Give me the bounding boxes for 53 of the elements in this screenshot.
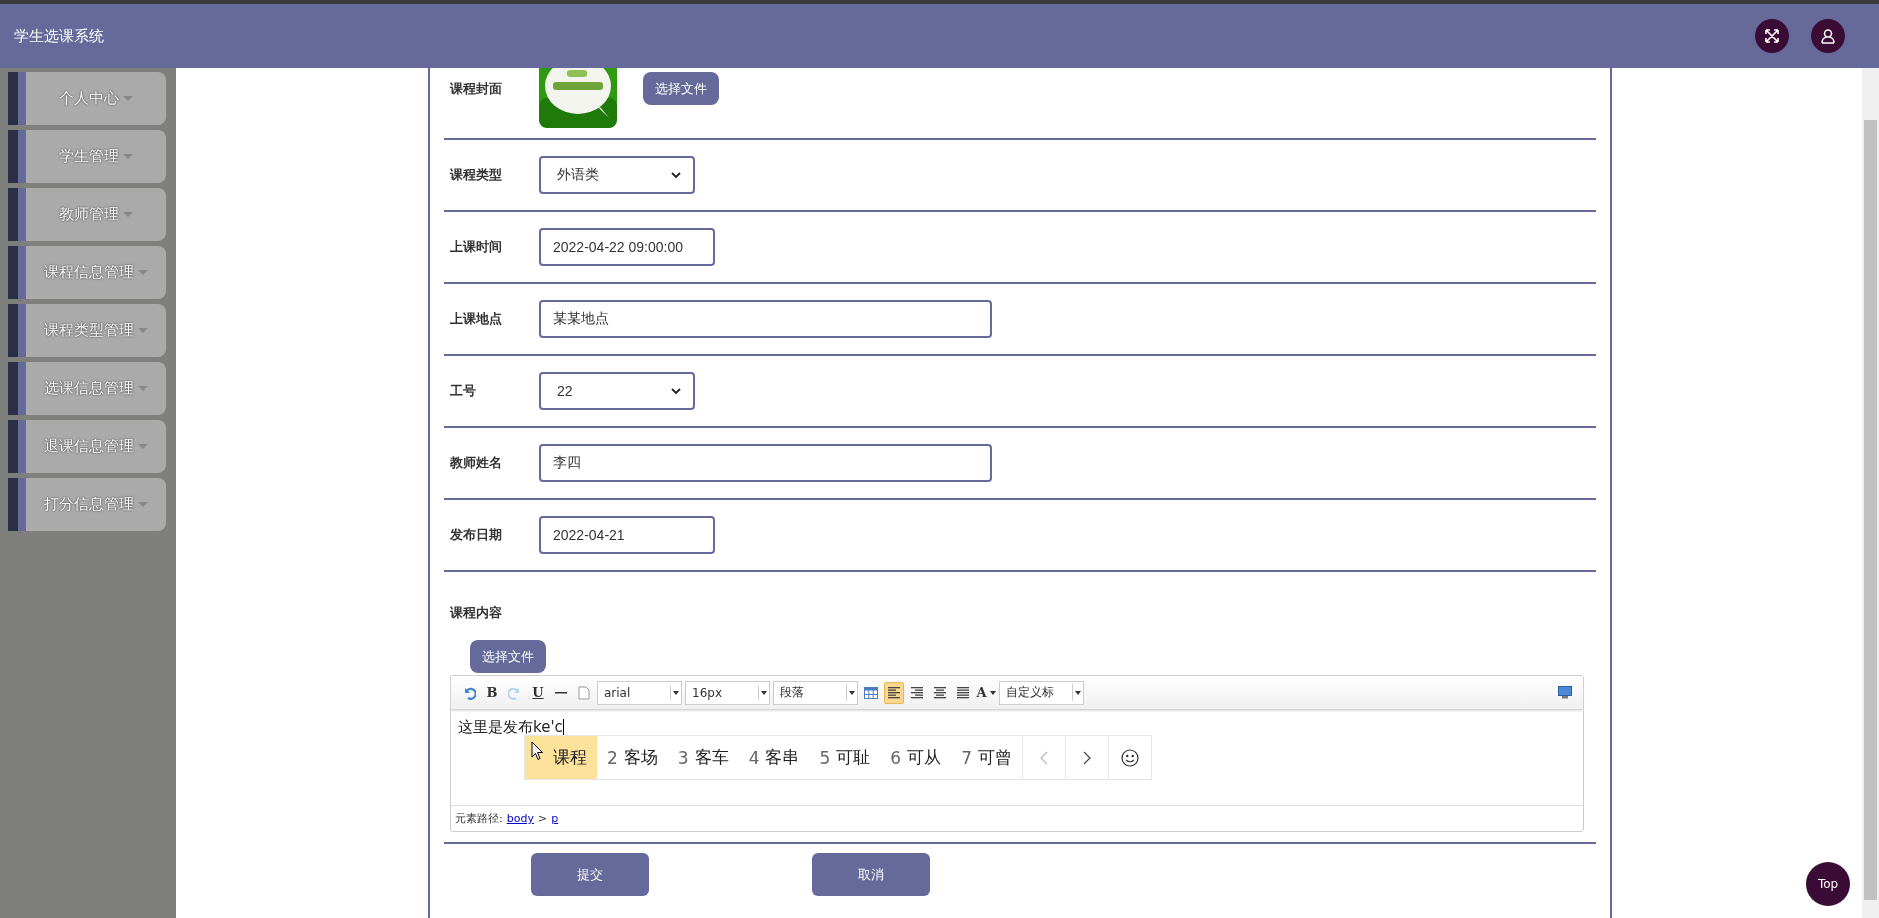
submit-button[interactable]: 提交 <box>531 853 649 896</box>
input-field[interactable]: 某某地点 <box>539 300 992 338</box>
path-separator: > <box>537 812 548 825</box>
ime-candidate[interactable]: 3 客车 <box>667 736 739 779</box>
scrollbar[interactable] <box>1862 68 1879 918</box>
choose-file-button[interactable]: 选择文件 <box>643 72 719 105</box>
field-label: 工号 <box>450 382 477 400</box>
back-to-top-button[interactable]: Top <box>1806 862 1850 906</box>
emoji-icon[interactable] <box>1120 748 1139 767</box>
element-path-label: 元素路径: <box>455 811 503 826</box>
chevron-down-icon <box>671 171 681 179</box>
align-right-icon <box>910 686 924 699</box>
dropdown[interactable]: 自定义标 <box>999 680 1084 705</box>
field-label: 课程内容 <box>450 604 503 622</box>
ime-candidate[interactable]: 5 可耻 <box>809 736 881 779</box>
font-color-button[interactable]: A <box>976 681 996 704</box>
field-label: 课程类型 <box>450 166 503 184</box>
choose-file-button[interactable]: 选择文件 <box>470 640 546 673</box>
ime-candidate[interactable]: 课程 <box>525 736 597 779</box>
field-label: 教师姓名 <box>450 454 503 472</box>
fullscreen-icon[interactable] <box>1755 19 1789 53</box>
app-title: 学生选课系统 <box>14 26 105 46</box>
input-field[interactable]: 李四 <box>539 444 992 482</box>
underline-button[interactable]: U <box>528 681 548 704</box>
path-link[interactable]: p <box>551 812 559 825</box>
input-field[interactable]: 2022-04-22 09:00:00 <box>539 228 715 266</box>
editor-text: 这里是发布 <box>458 718 533 737</box>
dropdown[interactable]: 16px <box>685 680 770 705</box>
cancel-button[interactable]: 取消 <box>812 853 930 896</box>
rich-text-editor[interactable]: B U arial 16px 段落 A 自定义标 这里是发布ke'c 课程 2 客场 3 客车 4 客串 5 可耻 6 可从 7 可曾 元素路径: body > p <box>450 675 1584 832</box>
mouse-pointer-icon <box>531 741 544 761</box>
dropdown[interactable]: 外语类 <box>539 156 695 194</box>
path-link[interactable]: body <box>506 812 534 825</box>
ime-candidate[interactable]: 4 客串 <box>738 736 810 779</box>
align-center-icon <box>933 686 947 699</box>
align-left-icon <box>887 686 901 699</box>
user-icon[interactable] <box>1811 19 1845 53</box>
ime-candidate[interactable]: 2 客场 <box>597 736 668 779</box>
field-label: 发布日期 <box>450 526 503 544</box>
bold-button[interactable]: B <box>482 681 502 704</box>
chevron-right-icon[interactable] <box>1082 750 1091 765</box>
dropdown[interactable]: arial <box>597 680 682 705</box>
dropdown[interactable]: 段落 <box>773 680 858 705</box>
ime-candidate[interactable]: 7 可曾 <box>951 736 1022 779</box>
dropdown[interactable]: 22 <box>539 372 695 410</box>
field-label: 上课时间 <box>450 238 503 256</box>
input-field[interactable]: 2022-04-21 <box>539 516 715 554</box>
chevron-down-icon <box>671 387 681 395</box>
field-label: 课程封面 <box>450 80 503 98</box>
ime-candidate[interactable]: 6 可从 <box>880 736 952 779</box>
field-label: 上课地点 <box>450 310 503 328</box>
align-left-button[interactable] <box>884 681 904 704</box>
align-justify-icon <box>956 686 970 699</box>
